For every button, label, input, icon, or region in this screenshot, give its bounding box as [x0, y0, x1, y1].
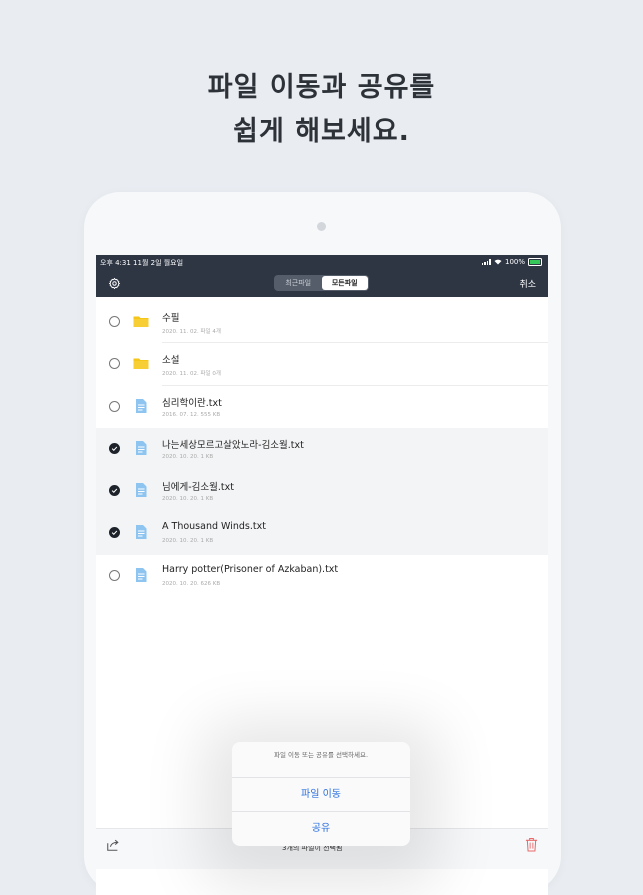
status-time: 오후 4:31 11월 2일 월요일	[100, 259, 184, 267]
list-item[interactable]: 심리학이란.txt 2016. 07. 12. 555 KB	[96, 386, 548, 428]
file-name: 심리학이란.txt	[162, 397, 222, 409]
move-file-button[interactable]: 파일 이동	[232, 778, 410, 812]
cancel-button[interactable]: 취소	[519, 277, 536, 290]
file-meta: 2020. 10. 20. 626 KB	[162, 580, 221, 587]
file-name: A Thousand Winds.txt	[162, 521, 266, 533]
action-sheet-message: 파일 이동 또는 공유를 선택하세요.	[232, 742, 410, 778]
text-file-icon	[136, 525, 147, 540]
list-item[interactable]: 소설 2020. 11. 02. 파일 0개	[96, 343, 548, 386]
nav-bar: 최근파일 모든파일 취소	[96, 269, 548, 297]
headline-line-1: 파일 이동과 공유를	[207, 72, 436, 103]
headline-line-2: 쉽게 해보세요.	[233, 116, 410, 147]
wifi-icon	[494, 259, 502, 265]
select-radio[interactable]	[109, 316, 120, 327]
battery-percent: 100%	[504, 258, 525, 266]
trash-icon[interactable]	[525, 837, 538, 852]
text-file-icon	[136, 398, 147, 413]
file-meta: 2016. 07. 12. 555 KB	[162, 411, 221, 418]
selected-check-icon[interactable]	[109, 527, 120, 539]
file-meta: 2020. 11. 02. 파일 0개	[162, 371, 221, 378]
file-list: 수필 2020. 11. 02. 파일 4개 소설 2020. 11. 02. …	[96, 301, 548, 597]
file-meta: 2020. 11. 02. 파일 4개	[162, 329, 221, 335]
file-name: Harry potter(Prisoner of Azkaban).txt	[162, 563, 339, 575]
file-filter-segmented-control: 최근파일 모든파일	[274, 275, 369, 291]
file-name: 수필	[162, 313, 180, 324]
select-radio[interactable]	[109, 569, 120, 581]
share-button[interactable]: 공유	[232, 812, 410, 845]
list-item[interactable]: 님에게-김소월.txt 2020. 10. 20. 1 KB	[96, 470, 548, 513]
headline: 파일 이동과 공유를 쉽게 해보세요.	[0, 66, 643, 154]
selected-check-icon[interactable]	[109, 485, 120, 497]
tab-all-files[interactable]: 모든파일	[321, 276, 368, 290]
share-icon[interactable]	[106, 838, 120, 852]
list-item[interactable]: 나는세상모르고살았노라-김소월.txt 2020. 10. 20. 1 KB	[96, 427, 548, 471]
status-bar: 오후 4:31 11월 2일 월요일 100%	[96, 255, 548, 269]
gear-icon[interactable]	[108, 277, 121, 290]
file-name: 소설	[162, 355, 180, 367]
list-item[interactable]: 수필 2020. 11. 02. 파일 4개	[96, 301, 548, 344]
list-item[interactable]: A Thousand Winds.txt 2020. 10. 20. 1 KB	[96, 512, 548, 555]
file-meta: 2020. 10. 20. 1 KB	[162, 538, 214, 545]
file-meta: 2020. 10. 20. 1 KB	[162, 496, 214, 503]
action-sheet: 파일 이동 또는 공유를 선택하세요. 파일 이동 공유	[232, 742, 410, 846]
select-radio[interactable]	[109, 400, 120, 412]
list-item[interactable]: Harry potter(Prisoner of Azkaban).txt 20…	[96, 555, 548, 597]
file-meta: 2020. 10. 20. 1 KB	[162, 453, 214, 460]
tab-recent-files[interactable]: 최근파일	[275, 276, 322, 290]
file-name: 나는세상모르고살았노라-김소월.txt	[162, 439, 304, 451]
folder-icon	[133, 316, 149, 327]
battery-icon	[528, 258, 542, 266]
signal-icon	[481, 259, 491, 265]
text-file-icon	[136, 567, 147, 582]
file-name: 님에게-김소월.txt	[162, 482, 234, 494]
folder-icon	[133, 358, 149, 370]
status-indicators: 100%	[481, 258, 542, 266]
text-file-icon	[136, 440, 147, 455]
text-file-icon	[136, 483, 147, 498]
camera-dot	[317, 222, 326, 231]
select-radio[interactable]	[109, 358, 120, 370]
selected-check-icon[interactable]	[109, 442, 120, 454]
